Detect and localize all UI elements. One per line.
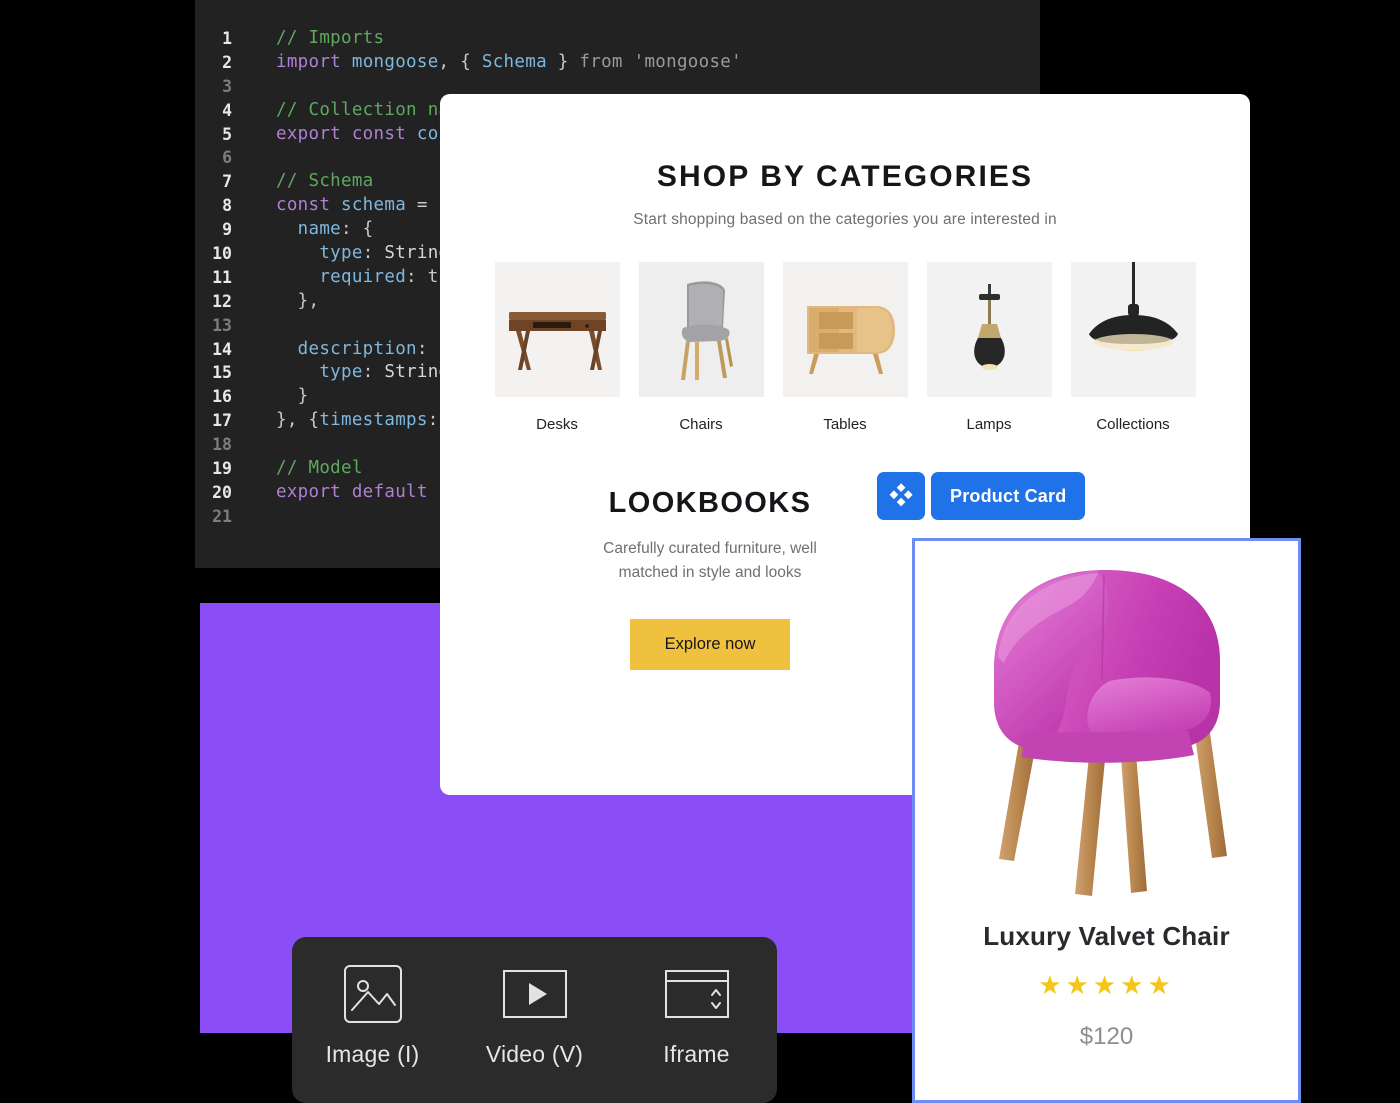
toolbar-item-iframe[interactable]: Iframe xyxy=(645,963,749,1103)
product-title: Luxury Valvet Chair xyxy=(983,921,1230,951)
code-line-text: }, xyxy=(276,290,320,311)
code-line-text: // Schema xyxy=(276,171,374,192)
code-line-text: export default xyxy=(276,481,439,502)
product-rating-stars: ★★★★★ xyxy=(1038,970,1175,1000)
categories-title: SHOP BY CATEGORIES xyxy=(656,160,1034,193)
code-line-text: description: xyxy=(276,338,428,359)
insert-toolbar[interactable]: Image (I) Video (V) Iframe xyxy=(292,937,777,1103)
category-label: Lamps xyxy=(966,416,1012,433)
code-line-number: 2 xyxy=(222,52,232,72)
code-line-number: 20 xyxy=(212,482,232,502)
code-line-number: 15 xyxy=(212,363,232,383)
code-line-number: 5 xyxy=(222,124,232,144)
code-line-text: import mongoose, { Schema } from 'mongoo… xyxy=(276,51,742,72)
lookbooks-subtitle: Carefully curated furniture, well matche… xyxy=(440,537,980,585)
code-line-text: name: { xyxy=(276,219,374,240)
category-item-lamps[interactable]: Lamps xyxy=(926,262,1052,433)
category-item-tables[interactable]: Tables xyxy=(782,262,908,433)
category-item-desks[interactable]: Desks xyxy=(494,262,620,433)
category-thumbnail-lamp[interactable] xyxy=(926,262,1052,397)
product-card-badge-label[interactable]: Product Card xyxy=(931,472,1086,520)
lookbooks-subtitle-line2: matched in style and looks xyxy=(618,564,802,581)
builder-diamond-icon[interactable] xyxy=(877,472,925,520)
code-line-number: 17 xyxy=(212,411,232,431)
product-card-badge[interactable]: Product Card xyxy=(877,472,1086,520)
code-line-number: 16 xyxy=(212,387,232,407)
code-line: 2 import mongoose, { Schema } from 'mongo… xyxy=(195,51,1040,75)
code-line-number: 12 xyxy=(212,291,232,311)
category-thumbnail-sideboard[interactable] xyxy=(782,262,908,397)
categories-subtitle: Start shopping based on the categories y… xyxy=(633,211,1057,228)
code-line-text: const schema = xyxy=(276,195,439,216)
image-icon[interactable] xyxy=(343,963,403,1025)
code-line-number: 3 xyxy=(222,76,232,96)
code-line-text: // Model xyxy=(276,458,363,479)
category-label: Chairs xyxy=(679,416,723,433)
explore-button-wrap: Explore now xyxy=(440,619,980,670)
code-line-text: type: String xyxy=(276,362,450,383)
code-line-number: 19 xyxy=(212,459,232,479)
collage-stage: 1 // Imports 2 import mongoose, { Schema } … xyxy=(0,0,1400,1103)
code-line-text: // Collection name xyxy=(276,99,472,120)
code-line-text: type: String xyxy=(276,243,450,264)
category-item-chairs[interactable]: Chairs xyxy=(638,262,764,433)
category-label: Collections xyxy=(1096,416,1170,433)
code-line-number: 1 xyxy=(222,29,232,48)
product-image-pink-chair xyxy=(993,569,1227,896)
code-line-number: 4 xyxy=(222,100,232,120)
code-line-number: 10 xyxy=(212,244,232,264)
category-item-collections[interactable]: Collections xyxy=(1070,262,1196,433)
toolbar-item-video[interactable]: Video (V) xyxy=(483,963,587,1103)
code-line-text: // Imports xyxy=(276,28,385,48)
category-label: Tables xyxy=(823,416,867,433)
toolbar-item-image[interactable]: Image (I) xyxy=(321,963,425,1103)
explore-now-button[interactable]: Explore now xyxy=(629,619,791,670)
iframe-icon[interactable] xyxy=(664,963,730,1025)
toolbar-label-iframe: Iframe xyxy=(663,1041,730,1067)
toolbar-label-image: Image (I) xyxy=(325,1041,420,1067)
code-line-number: 9 xyxy=(222,220,232,240)
lookbooks-subtitle-line1: Carefully curated furniture, well xyxy=(603,540,817,557)
category-thumbnail-desk[interactable] xyxy=(494,262,620,397)
category-thumbnail-chair[interactable] xyxy=(638,262,764,397)
product-card[interactable]: Luxury Valvet Chair ★★★★★ $120 xyxy=(912,538,1301,1103)
code-line-text: } xyxy=(276,386,309,407)
category-list: Desks Chairs Tables Lamps Collections xyxy=(440,262,1250,433)
code-line-number: 6 xyxy=(222,148,232,168)
product-price: $120 xyxy=(1079,1023,1134,1050)
toolbar-label-video: Video (V) xyxy=(485,1041,584,1067)
video-icon[interactable] xyxy=(502,963,568,1025)
code-line-text: required: t xyxy=(276,266,439,287)
code-line-number: 8 xyxy=(222,196,232,216)
code-line-number: 18 xyxy=(212,435,232,455)
code-line-number: 21 xyxy=(212,506,232,526)
code-line-number: 13 xyxy=(212,315,232,335)
code-line: 1 // Imports xyxy=(195,27,1040,51)
code-line-number: 14 xyxy=(212,339,232,359)
category-label: Desks xyxy=(536,416,578,433)
code-line-number: 11 xyxy=(212,267,232,287)
category-thumbnail-pendant[interactable] xyxy=(1070,262,1196,397)
code-line-text: }, {timestamps: xyxy=(276,410,439,431)
code-line-number: 7 xyxy=(222,172,232,192)
